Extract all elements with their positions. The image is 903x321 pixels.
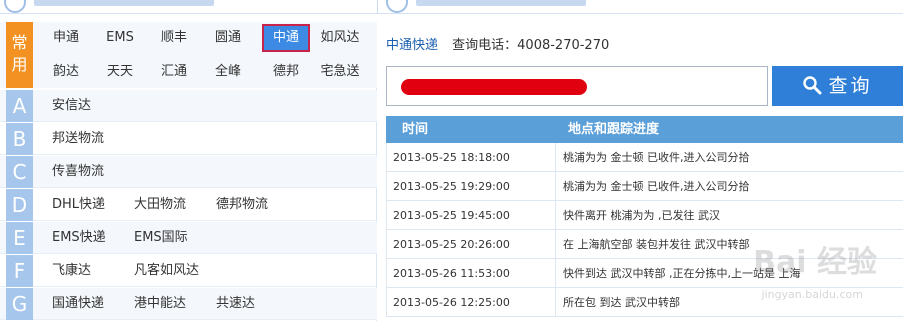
courier-selector-panel: 常用 申通 EMS 顺丰 圆通 中通 如风达韵达 天天 汇通 全峰 德邦 宅急送 A 安信达 B 邦送物流… bbox=[0, 22, 377, 321]
row-time: 2013-05-25 20:26:00 bbox=[393, 238, 510, 251]
header-location: 地点和跟踪进度 bbox=[568, 122, 660, 137]
courier-option[interactable]: 全峰 bbox=[204, 58, 252, 86]
row-location: 桃浦为为 金士顿 已收件,进入公司分拾 bbox=[563, 180, 750, 193]
letter-row: E EMS快递 EMS国际 bbox=[0, 222, 377, 254]
courier-phone: 查询电话：4008-270-270 bbox=[452, 38, 610, 53]
courier-option[interactable]: EMS bbox=[96, 24, 144, 52]
section-header-strip bbox=[0, 0, 903, 14]
row-location: 桃浦为为 金士顿 已收件,进入公司分拾 bbox=[563, 151, 750, 164]
courier-option[interactable]: 飞康达 bbox=[52, 255, 91, 287]
row-location: 在 上海航空部 装包并发往 武汉中转部 bbox=[563, 238, 750, 251]
baidu-watermark-url: jingyan.baidu.com bbox=[761, 288, 863, 301]
courier-option[interactable]: EMS国际 bbox=[134, 222, 188, 254]
courier-option[interactable]: 中通 bbox=[262, 24, 310, 52]
courier-option[interactable]: 宅急送 bbox=[316, 58, 364, 86]
letter-index[interactable]: A bbox=[6, 90, 33, 122]
courier-option[interactable]: 申通 bbox=[42, 24, 90, 52]
courier-name-link[interactable]: 中通快递 bbox=[386, 38, 438, 53]
letter-row: D DHL快递 大田物流 德邦物流 bbox=[0, 189, 377, 221]
row-location: 所在包 到达 武汉中转部 bbox=[563, 296, 680, 309]
row-time: 2013-05-25 18:18:00 bbox=[393, 151, 510, 164]
letter-index[interactable]: C bbox=[6, 156, 33, 188]
column-divider bbox=[555, 288, 556, 317]
courier-option[interactable]: 德邦物流 bbox=[216, 189, 268, 221]
row-time: 2013-05-25 19:45:00 bbox=[393, 209, 510, 222]
step-one-icon bbox=[4, 0, 26, 13]
search-button[interactable]: 查询 bbox=[772, 66, 903, 106]
courier-option[interactable]: 凡客如风达 bbox=[134, 255, 199, 287]
express-query-page: 常用 申通 EMS 顺丰 圆通 中通 如风达韵达 天天 汇通 全峰 德邦 宅急送 A 安信达 B 邦送物流… bbox=[0, 0, 903, 321]
letter-row: F 飞康达 凡客如风达 bbox=[0, 255, 377, 287]
courier-option[interactable]: 传喜物流 bbox=[52, 156, 104, 188]
step-one-heading bbox=[34, 0, 214, 6]
step-two-heading bbox=[416, 0, 586, 6]
courier-option[interactable]: DHL快递 bbox=[52, 189, 105, 221]
letter-row: B 邦送物流 bbox=[0, 123, 377, 155]
letter-index[interactable]: E bbox=[6, 222, 33, 254]
letter-index[interactable]: F bbox=[6, 255, 33, 287]
courier-info: 中通快递 查询电话：4008-270-270 bbox=[386, 34, 609, 53]
header-time: 时间 bbox=[402, 122, 429, 137]
courier-option[interactable]: 天天 bbox=[96, 58, 144, 86]
courier-option[interactable]: 顺丰 bbox=[150, 24, 198, 52]
step-two-icon bbox=[386, 0, 408, 13]
column-divider bbox=[555, 172, 556, 201]
courier-option[interactable]: 汇通 bbox=[150, 58, 198, 86]
courier-option[interactable]: 安信达 bbox=[52, 90, 91, 122]
courier-option[interactable]: EMS快递 bbox=[52, 222, 106, 254]
common-tag: 常用 bbox=[6, 22, 33, 88]
redacted-tracking-number bbox=[401, 79, 587, 95]
tracking-number-input[interactable] bbox=[386, 66, 768, 106]
common-couriers: 常用 申通 EMS 顺丰 圆通 中通 如风达韵达 天天 汇通 全峰 德邦 宅急送 bbox=[0, 22, 377, 88]
header-divider bbox=[377, 0, 378, 14]
row-time: 2013-05-25 19:29:00 bbox=[393, 180, 510, 193]
courier-option[interactable]: 如风达 bbox=[316, 24, 364, 52]
letter-row: C 传喜物流 bbox=[0, 156, 377, 188]
courier-option[interactable]: 德邦 bbox=[262, 58, 310, 86]
courier-option[interactable]: 圆通 bbox=[204, 24, 252, 52]
letter-row: A 安信达 bbox=[0, 90, 377, 122]
row-time: 2013-05-26 11:53:00 bbox=[393, 267, 510, 280]
column-divider bbox=[555, 259, 556, 288]
search-icon bbox=[803, 76, 822, 95]
column-divider bbox=[555, 201, 556, 230]
search-button-label: 查询 bbox=[828, 75, 873, 97]
table-row: 2013-05-25 19:45:00 快件离开 桃浦为为 ,已发往 武汉 bbox=[386, 201, 903, 230]
courier-option[interactable]: 邦送物流 bbox=[52, 123, 104, 155]
row-time: 2013-05-26 12:25:00 bbox=[393, 296, 510, 309]
baidu-watermark: Bai 经验 bbox=[753, 245, 877, 280]
courier-option[interactable]: 港中能达 bbox=[134, 288, 186, 320]
column-divider bbox=[555, 230, 556, 259]
courier-option[interactable]: 韵达 bbox=[42, 58, 90, 86]
letter-row: G 国通快递 港中能达 共速达 bbox=[0, 288, 377, 320]
column-divider bbox=[555, 143, 556, 172]
courier-option[interactable]: 大田物流 bbox=[134, 189, 186, 221]
letter-index[interactable]: G bbox=[6, 288, 33, 320]
table-row: 2013-05-25 18:18:00 桃浦为为 金士顿 已收件,进入公司分拾 bbox=[386, 143, 903, 172]
table-header: 时间 地点和跟踪进度 bbox=[386, 116, 903, 143]
courier-option[interactable]: 国通快递 bbox=[52, 288, 104, 320]
tracking-panel: 中通快递 查询电话：4008-270-270 查询 时间 地点和跟踪进度 201… bbox=[378, 22, 903, 321]
tracking-table: 时间 地点和跟踪进度 2013-05-25 18:18:00 桃浦为为 金士顿 已… bbox=[386, 116, 903, 317]
courier-option[interactable]: 共速达 bbox=[216, 288, 255, 320]
letter-index[interactable]: D bbox=[6, 189, 33, 221]
table-row: 2013-05-25 19:29:00 桃浦为为 金士顿 已收件,进入公司分拾 bbox=[386, 172, 903, 201]
row-location: 快件离开 桃浦为为 ,已发往 武汉 bbox=[563, 209, 720, 222]
letter-index[interactable]: B bbox=[6, 123, 33, 155]
